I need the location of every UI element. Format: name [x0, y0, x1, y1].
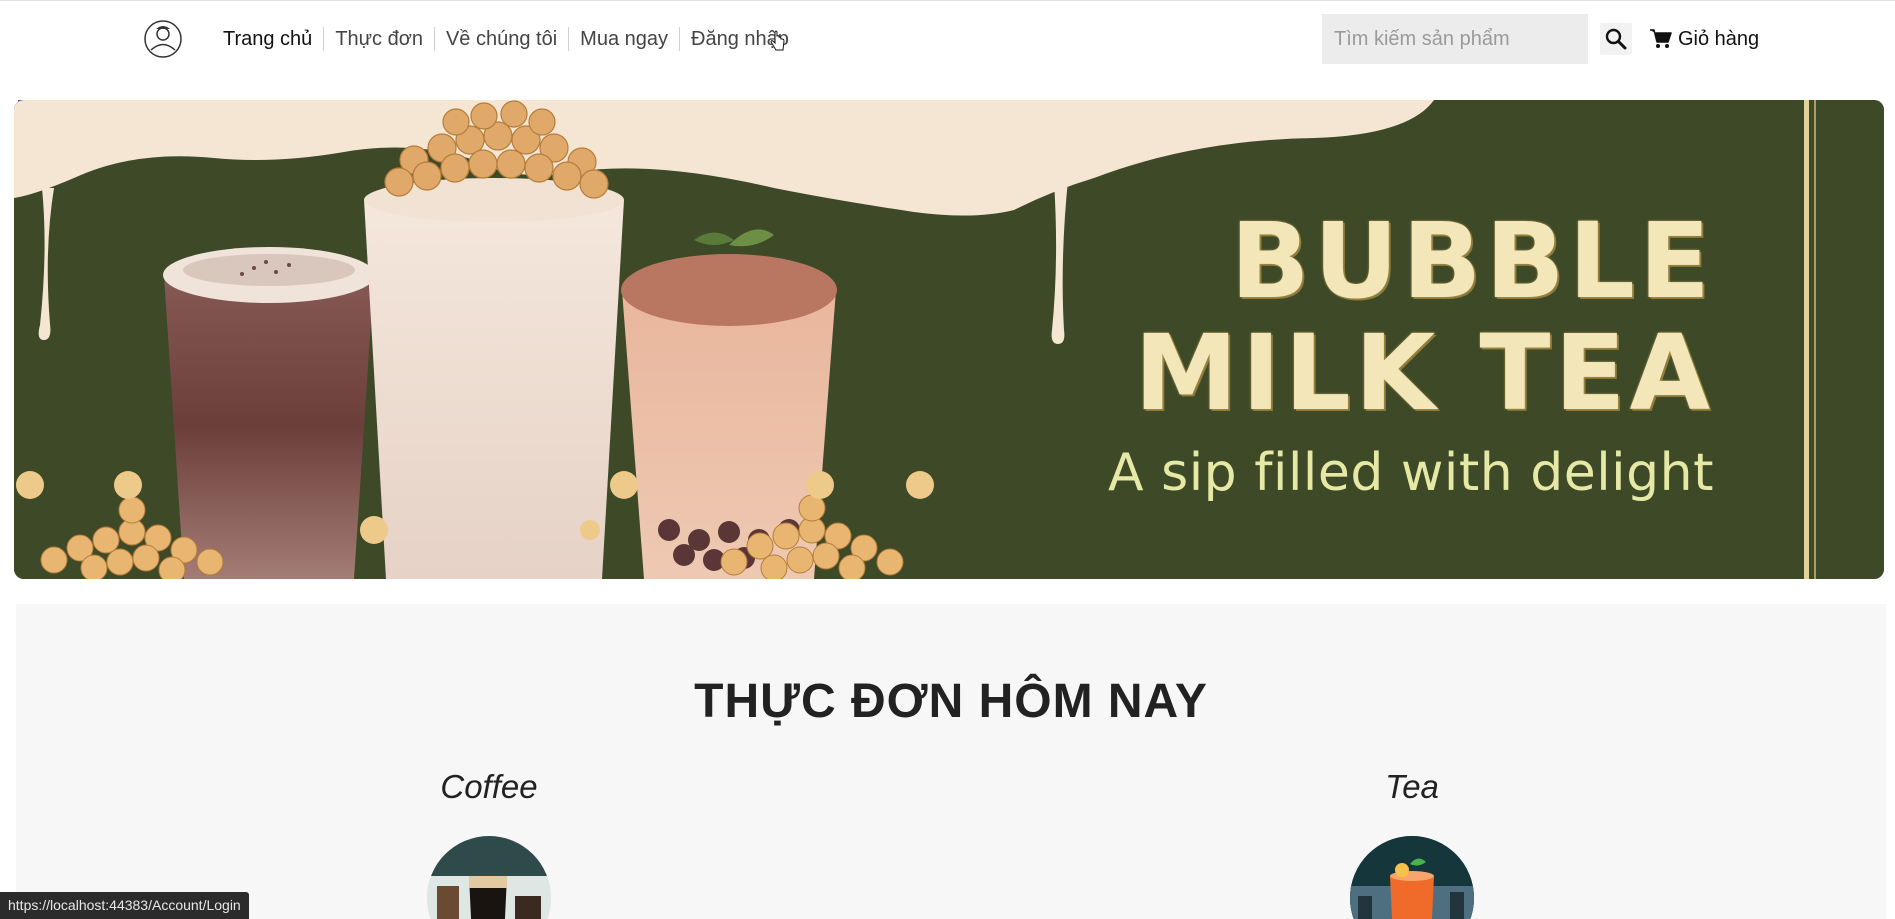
- banner-title: BUBBLE MILK TEA: [1134, 200, 1714, 434]
- search-button[interactable]: [1600, 23, 1632, 55]
- category-image-coffee[interactable]: [427, 836, 551, 919]
- main-nav: Trang chủ Thực đơn Về chúng tôi Mua ngay…: [212, 27, 800, 51]
- hand-cursor-icon: [770, 30, 785, 51]
- category-image-tea[interactable]: [1350, 836, 1474, 919]
- cart-icon: [1650, 29, 1672, 48]
- nav-about-link[interactable]: Về chúng tôi: [435, 27, 570, 51]
- cart-link[interactable]: Giỏ hàng: [1650, 25, 1759, 53]
- search-input[interactable]: [1322, 14, 1588, 64]
- category-label-tea: Tea: [1385, 768, 1439, 805]
- category-label-coffee: Coffee: [440, 768, 538, 805]
- browser-status-url: https://localhost:44383/Account/Login: [0, 892, 249, 919]
- coffee-drink-image: [427, 836, 551, 919]
- search-icon: [1605, 28, 1627, 50]
- banner-subtitle: A sip filled with delight: [1108, 443, 1714, 503]
- nav-buy-now-link[interactable]: Mua ngay: [569, 27, 681, 51]
- banner-text-block: BUBBLE MILK TEA A sip filled with deligh…: [1108, 205, 1714, 503]
- brand-logo[interactable]: [140, 19, 186, 59]
- cart-label: Giỏ hàng: [1678, 27, 1760, 50]
- tea-drink-image: [1350, 836, 1474, 919]
- menu-section-title: THỰC ĐƠN HÔM NAY: [694, 675, 1208, 728]
- top-navbar: Trang chủ Thực đơn Về chúng tôi Mua ngay…: [0, 0, 1895, 78]
- nav-menu-link[interactable]: Thực đơn: [324, 27, 435, 51]
- nav-home-link[interactable]: Trang chủ: [212, 27, 325, 51]
- todays-menu-section: THỰC ĐƠN HÔM NAY Coffee Tea: [16, 604, 1886, 919]
- hero-banner: BUBBLE MILK TEA A sip filled with deligh…: [14, 100, 1884, 579]
